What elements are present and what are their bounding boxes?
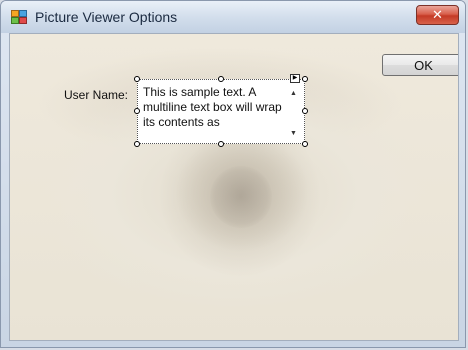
textbox-scrollbar[interactable]: ▲ ▼ [286,83,301,141]
form-icon [11,10,27,24]
scroll-up-icon[interactable]: ▲ [286,87,301,101]
background-eye-pupil [210,166,272,228]
close-button[interactable]: ✕ [416,5,459,25]
resize-handle-middle-left[interactable] [134,108,140,114]
form-client-area: OK User Name: This is sample text. A mul… [9,33,459,341]
ok-button[interactable]: OK [382,54,458,76]
title-bar[interactable]: Picture Viewer Options ✕ [1,1,465,33]
scroll-down-icon[interactable]: ▼ [286,127,301,141]
resize-handle-top-left[interactable] [134,76,140,82]
user-name-label: User Name: [64,88,129,102]
resize-handle-bottom-left[interactable] [134,141,140,147]
window-title: Picture Viewer Options [35,9,178,25]
close-icon: ✕ [432,7,443,22]
resize-handle-middle-right[interactable] [302,108,308,114]
resize-handle-top-right[interactable] [302,76,308,82]
resize-handle-top-middle[interactable] [218,76,224,82]
dialog-window: Picture Viewer Options ✕ OK User Name: T… [0,0,466,348]
textbox-text[interactable]: This is sample text. A multiline text bo… [143,85,289,130]
resize-handle-bottom-right[interactable] [302,141,308,147]
user-name-textbox[interactable]: This is sample text. A multiline text bo… [137,79,305,144]
resize-handle-bottom-middle[interactable] [218,141,224,147]
smart-tag-icon[interactable]: ▶ [290,74,300,83]
